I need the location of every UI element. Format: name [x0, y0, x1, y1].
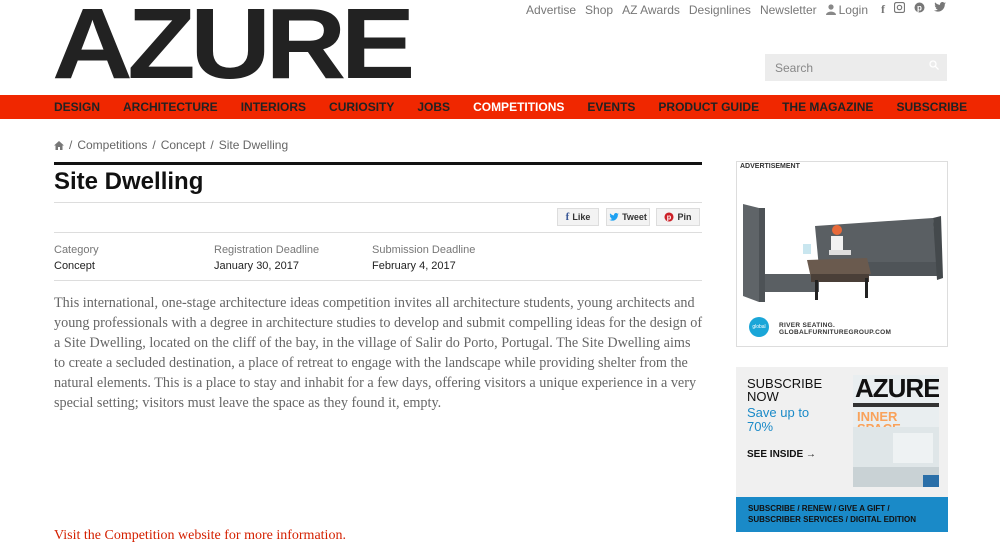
svg-text:p: p [917, 4, 922, 13]
pin-button[interactable]: p Pin [656, 208, 700, 226]
registration-deadline-label: Registration Deadline [214, 244, 320, 256]
magazine-cover[interactable]: AZURE INNER SPACE [853, 375, 939, 487]
sofa-ad-image [737, 174, 947, 324]
subscribe-band[interactable]: SUBSCRIBE / RENEW / GIVE A GIFT / SUBSCR… [736, 497, 948, 532]
social-links: f p [881, 2, 946, 17]
global-logo: global [749, 317, 769, 337]
search-placeholder: Search [775, 61, 814, 75]
pinterest-icon[interactable]: p [914, 2, 925, 13]
save-offer: Save up to 70% [747, 405, 810, 434]
cover-strip [853, 403, 939, 407]
arrow-right-icon: → [805, 449, 816, 460]
category-value: Concept [54, 260, 95, 272]
divider [54, 280, 702, 281]
magazine-logo: AZURE [855, 375, 939, 403]
subscribe-title-line2: NOW [747, 389, 779, 404]
nav-interiors[interactable]: INTERIORS [241, 100, 306, 114]
az-awards-link[interactable]: AZ Awards [622, 3, 680, 17]
facebook-icon[interactable]: f [881, 2, 885, 17]
search-icon[interactable] [929, 60, 939, 70]
breadcrumb-current: Site Dwelling [218, 138, 289, 152]
nav-subscribe[interactable]: SUBSCRIBE [896, 100, 967, 114]
facebook-icon: f [565, 211, 570, 223]
divider [54, 232, 702, 233]
login-link[interactable]: Login [825, 2, 868, 17]
shop-link[interactable]: Shop [585, 3, 613, 17]
nav-competitions[interactable]: COMPETITIONS [473, 100, 564, 114]
twitter-icon[interactable] [934, 2, 946, 12]
like-label: Like [572, 212, 591, 222]
nav-design[interactable]: DESIGN [54, 100, 100, 114]
divider [54, 202, 702, 203]
user-icon [825, 4, 836, 15]
nav-events[interactable]: EVENTS [587, 100, 635, 114]
competition-website-link[interactable]: Visit the Competition website for more i… [54, 528, 346, 544]
ad-footer: RIVER SEATING. GLOBALFURNITUREGROUP.COM [779, 322, 892, 336]
subscribe-title: SUBSCRIBE NOW [747, 377, 822, 403]
category-label: Category [54, 244, 99, 256]
main-nav: DESIGN ARCHITECTURE INTERIORS CURIOSITY … [0, 95, 1000, 119]
subscribe-band-line1: SUBSCRIBE / RENEW / GIVE A GIFT / [748, 504, 890, 513]
top-links: Advertise Shop AZ Awards Designlines New… [526, 2, 946, 17]
tweet-button[interactable]: Tweet [606, 208, 650, 226]
search-input[interactable]: Search [765, 54, 947, 81]
login-label: Login [838, 2, 868, 17]
breadcrumb-separator: / [152, 138, 156, 152]
advertise-link[interactable]: Advertise [526, 3, 576, 17]
twitter-icon [609, 213, 619, 221]
breadcrumb-separator: / [69, 138, 73, 152]
home-icon[interactable] [54, 140, 64, 150]
advertisement[interactable]: ADVERTISEMENT global RIVER SEATING. GLOB… [736, 161, 948, 347]
breadcrumb: / Competitions / Concept / Site Dwelling [54, 138, 288, 152]
nav-architecture[interactable]: ARCHITECTURE [123, 100, 218, 114]
page-title: Site Dwelling [54, 168, 204, 195]
competition-description: This international, one-stage architectu… [54, 295, 703, 411]
nav-curiosity[interactable]: CURIOSITY [329, 100, 394, 114]
tweet-label: Tweet [622, 212, 647, 222]
see-inside-link[interactable]: SEE INSIDE → [747, 449, 816, 460]
breadcrumb-competitions[interactable]: Competitions [77, 138, 147, 152]
svg-text:p: p [667, 213, 672, 222]
nav-jobs[interactable]: JOBS [417, 100, 450, 114]
submission-deadline-label: Submission Deadline [372, 244, 476, 256]
nav-the-magazine[interactable]: THE MAGAZINE [782, 100, 873, 114]
instagram-icon[interactable] [894, 2, 905, 13]
newsletter-link[interactable]: Newsletter [760, 3, 817, 17]
breadcrumb-concept[interactable]: Concept [161, 138, 206, 152]
designlines-link[interactable]: Designlines [689, 3, 751, 17]
subscribe-band-line2: SUBSCRIBER SERVICES / DIGITAL EDITION [748, 515, 917, 524]
ad-label: ADVERTISEMENT [740, 163, 800, 170]
submission-deadline-value: February 4, 2017 [372, 260, 456, 272]
pin-label: Pin [677, 212, 692, 222]
subscribe-promo[interactable]: SUBSCRIBE NOW Save up to 70% SEE INSIDE … [736, 367, 948, 532]
azure-logo[interactable]: AZURE [52, 0, 415, 94]
title-rule [54, 162, 702, 165]
registration-deadline-value: January 30, 2017 [214, 260, 300, 272]
facebook-like-button[interactable]: f Like [557, 208, 599, 226]
see-inside-label: SEE INSIDE [747, 449, 804, 460]
breadcrumb-separator: / [210, 138, 214, 152]
pinterest-icon: p [664, 212, 675, 222]
cover-image [853, 427, 939, 487]
nav-product-guide[interactable]: PRODUCT GUIDE [658, 100, 759, 114]
